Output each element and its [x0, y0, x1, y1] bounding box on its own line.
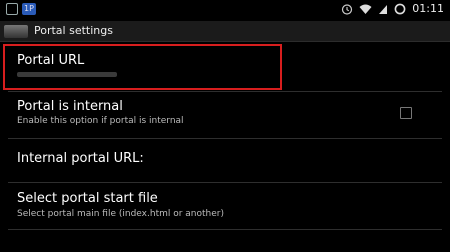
signal-icon [379, 4, 388, 14]
divider [8, 229, 442, 230]
pref-portal-internal[interactable]: Portal is internal Enable this option if… [0, 92, 450, 137]
status-bar: 1P 01:11 [0, 0, 450, 21]
pref-title: Internal portal URL: [17, 151, 144, 166]
pref-internal-portal-url[interactable]: Internal portal URL: [0, 139, 450, 181]
notification-icon [6, 3, 18, 15]
status-right: 01:11 [341, 2, 444, 15]
battery-icon [394, 3, 406, 14]
action-bar: Portal settings [0, 21, 450, 42]
clock: 01:11 [412, 2, 444, 15]
highlight-box [3, 44, 282, 90]
pref-summary: Select portal main file (index.html or a… [17, 209, 224, 219]
pref-select-start-file[interactable]: Select portal start file Select portal m… [0, 183, 450, 228]
status-left: 1P [6, 3, 36, 15]
portal-internal-checkbox[interactable] [400, 107, 412, 119]
pref-title: Portal is internal [17, 99, 123, 114]
pref-summary: Enable this option if portal is internal [17, 116, 184, 126]
page-title: Portal settings [34, 24, 113, 37]
app-icon[interactable] [4, 25, 28, 38]
wifi-icon [359, 4, 372, 14]
alarm-icon [342, 3, 353, 15]
notification-badge: 1P [22, 3, 36, 15]
pref-title: Select portal start file [17, 191, 158, 206]
